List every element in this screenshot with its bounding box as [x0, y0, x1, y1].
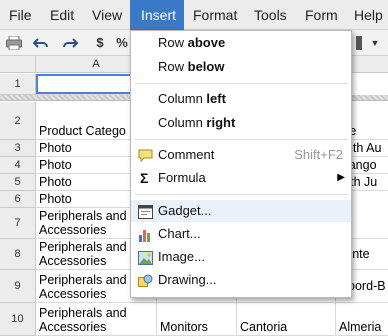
print-icon[interactable] — [4, 30, 24, 56]
keyboard-shortcut: Shift+F2 — [294, 147, 343, 162]
menu-tools[interactable]: Tools — [254, 0, 287, 30]
selected-cell-outline — [36, 74, 135, 94]
row-header-3[interactable]: 3 — [0, 140, 36, 157]
comment-icon — [138, 148, 153, 163]
menu-format[interactable]: Format — [193, 0, 237, 30]
row-header-1[interactable]: 1 — [0, 74, 36, 95]
insert-menu-dropdown: Row above Row below Column left Column r… — [130, 30, 352, 298]
sigma-icon: Σ — [140, 170, 149, 186]
row-header-7[interactable]: 7 — [0, 208, 36, 239]
redo-icon[interactable] — [60, 30, 80, 56]
menu-item-label: Comment — [158, 147, 215, 162]
menu-item-label: Gadget... — [158, 203, 212, 218]
insert-comment[interactable]: Comment Shift+F2 — [131, 144, 351, 166]
insert-row-below[interactable]: Row below — [131, 56, 351, 78]
menu-form[interactable]: Form — [305, 0, 338, 30]
menu-view[interactable]: View — [92, 0, 122, 30]
undo-icon[interactable] — [31, 30, 51, 56]
row-header-5[interactable]: 5 — [0, 174, 36, 191]
menu-item-label: Drawing... — [158, 272, 217, 287]
insert-image[interactable]: Image... — [131, 246, 351, 268]
corner-header[interactable] — [0, 56, 36, 73]
menu-bar: File Edit View Insert Format Tools Form … — [0, 0, 388, 30]
cell-city-10[interactable]: Cantoria — [237, 303, 336, 336]
menu-file[interactable]: File — [9, 0, 32, 30]
menu-edit[interactable]: Edit — [50, 0, 74, 30]
cell-text-line: Peripherals and — [39, 306, 127, 320]
menu-item-label: Chart... — [158, 226, 201, 241]
insert-column-right[interactable]: Column right — [131, 112, 351, 134]
drawing-icon — [138, 273, 153, 287]
insert-gadget[interactable]: Gadget... — [131, 200, 351, 222]
cell-text: Almeria — [339, 320, 382, 334]
menu-separator — [135, 194, 348, 195]
chevron-down-icon[interactable]: ▼ — [368, 30, 382, 56]
menu-insert[interactable]: Insert — [130, 0, 184, 30]
row-header-6[interactable]: 6 — [0, 191, 36, 208]
insert-formula[interactable]: Σ Formula ▶ — [131, 167, 351, 189]
insert-column-left[interactable]: Column left — [131, 88, 351, 110]
row-header-9[interactable]: 9 — [0, 270, 36, 303]
cell-text: Monitors — [160, 320, 208, 334]
menu-separator — [135, 139, 348, 140]
menu-item-label: Column right — [158, 115, 236, 130]
chart-icon — [138, 227, 153, 242]
gadget-icon — [138, 204, 153, 219]
menu-help[interactable]: Help — [354, 0, 383, 30]
menu-item-label: Row above — [158, 35, 226, 50]
toolbar-fragment-right — [354, 30, 366, 56]
menu-separator — [135, 83, 348, 84]
image-icon — [138, 250, 153, 265]
cell-a10[interactable]: Peripherals and Accessories — [36, 303, 157, 336]
cell-text: Cantoria — [240, 320, 288, 334]
menu-item-label: Image... — [158, 249, 205, 264]
row-header-8[interactable]: 8 — [0, 239, 36, 270]
row-header-2[interactable]: 2 — [0, 102, 36, 140]
menu-item-label: Row below — [158, 59, 225, 74]
row-header-10[interactable]: 10 — [0, 303, 36, 336]
menu-item-label: Column left — [158, 91, 226, 106]
cell-text-line: Accessories — [39, 320, 107, 334]
menu-item-label: Formula — [158, 170, 206, 185]
currency-format-button[interactable]: $ — [93, 30, 107, 56]
insert-drawing[interactable]: Drawing... — [131, 269, 351, 291]
percent-format-button[interactable]: % — [113, 30, 131, 56]
insert-row-above[interactable]: Row above — [131, 32, 351, 54]
cell-state-10[interactable]: Almeria — [336, 303, 388, 336]
submenu-arrow-icon: ▶ — [337, 172, 345, 183]
insert-chart[interactable]: Chart... — [131, 223, 351, 245]
row-header-4[interactable]: 4 — [0, 157, 36, 174]
cell-product-10[interactable]: Monitors — [157, 303, 237, 336]
